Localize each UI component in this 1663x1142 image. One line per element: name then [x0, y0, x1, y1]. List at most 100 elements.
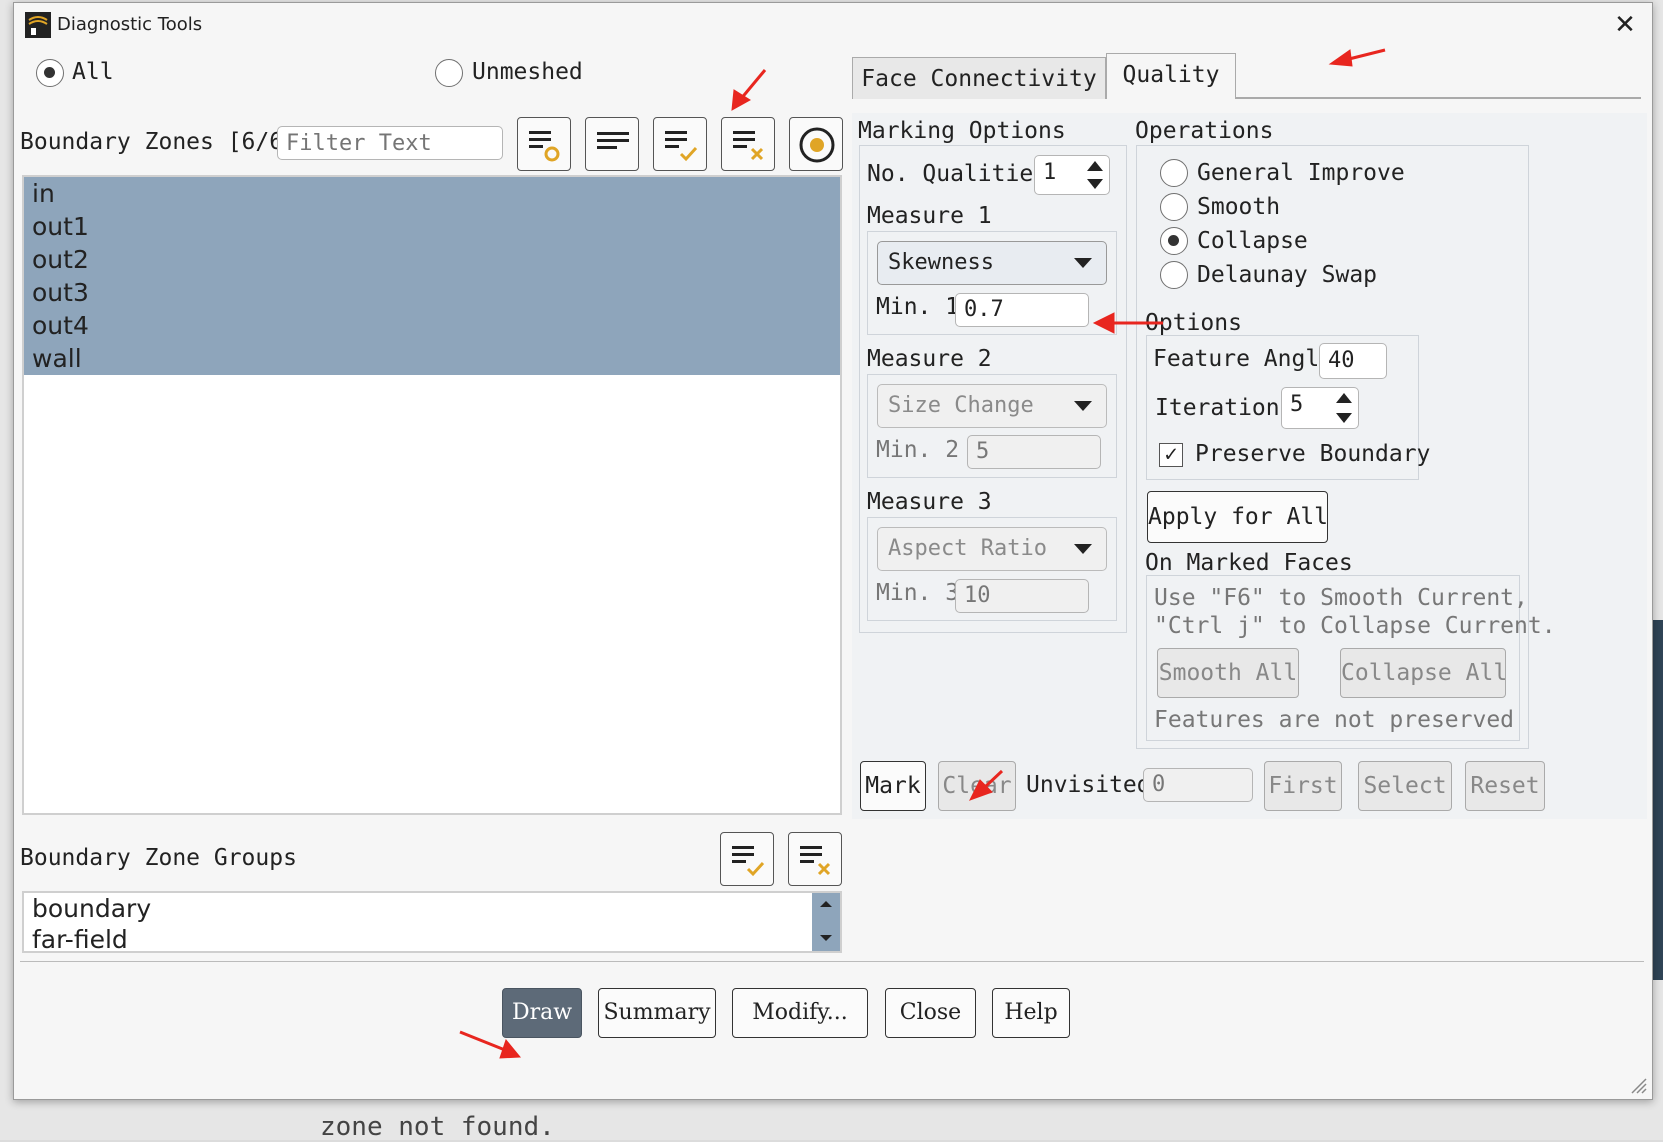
all-radio[interactable]	[36, 59, 64, 87]
boundary-zone-groups-list[interactable]: boundary far-field	[22, 891, 842, 953]
measure2-dropdown[interactable]: Size Change	[877, 384, 1107, 428]
options-title: Options	[1145, 310, 1242, 336]
app-logo-icon	[25, 12, 51, 38]
measure1-title: Measure 1	[867, 203, 992, 229]
measure1-dropdown[interactable]: Skewness	[877, 241, 1107, 285]
filter-text-input[interactable]	[277, 126, 503, 160]
scroll-down-icon[interactable]	[820, 935, 832, 941]
chevron-down-icon	[1074, 544, 1092, 554]
close-window-icon[interactable]: ✕	[1608, 9, 1642, 41]
list-clear-icon	[733, 131, 764, 161]
unvisited-label: Unvisited	[1026, 772, 1151, 798]
pick-zone-button[interactable]	[789, 117, 843, 171]
apply-for-all-button[interactable]: Apply for All	[1147, 491, 1328, 543]
measure3-title: Measure 3	[867, 489, 992, 515]
boundary-zone-row[interactable]: in	[24, 177, 840, 210]
spin-up-icon[interactable]	[1087, 161, 1103, 171]
iterations-spinbox[interactable]: 5	[1281, 387, 1359, 429]
select-button[interactable]: Select	[1358, 761, 1452, 811]
select-by-pattern-button[interactable]	[517, 117, 571, 171]
measure2-value: Size Change	[888, 393, 1034, 418]
min2-input[interactable]: 5	[967, 435, 1101, 469]
collapse-all-button[interactable]: Collapse All	[1340, 648, 1507, 698]
measure3-value: Aspect Ratio	[888, 536, 1047, 561]
clear-button[interactable]: Clear	[938, 761, 1016, 811]
help-button[interactable]: Help	[992, 988, 1070, 1038]
chevron-down-icon	[1074, 258, 1092, 268]
collapse-radio[interactable]	[1160, 227, 1188, 255]
list-check-icon	[732, 846, 765, 877]
unmeshed-radio[interactable]	[435, 59, 463, 87]
tab-quality[interactable]: Quality	[1106, 53, 1236, 99]
deselect-all-groups-button[interactable]	[788, 832, 842, 886]
min1-input[interactable]: 0.7	[955, 293, 1089, 327]
list-view-button[interactable]	[585, 117, 639, 171]
spin-down-icon[interactable]	[1087, 179, 1103, 189]
no-qualities-value: 1	[1043, 160, 1057, 185]
boundary-zones-list[interactable]: in out1 out2 out3 out4 wall	[22, 175, 842, 815]
boundary-zone-row[interactable]: out2	[24, 243, 840, 276]
spin-down-icon[interactable]	[1336, 413, 1352, 423]
tab-face-connectivity[interactable]: Face Connectivity	[852, 57, 1106, 99]
smooth-label: Smooth	[1197, 194, 1281, 220]
diagnostic-tools-dialog: Diagnostic Tools ✕ All Unmeshed Boundary…	[13, 2, 1653, 1100]
spin-up-icon[interactable]	[1336, 393, 1352, 403]
boundary-zone-row[interactable]: wall	[24, 342, 840, 375]
feature-angle-label: Feature Angle	[1153, 346, 1334, 372]
modify-button[interactable]: Modify...	[732, 988, 868, 1038]
iterations-label: Iterations	[1155, 395, 1294, 421]
mark-button[interactable]: Mark	[860, 761, 926, 811]
list-lines-icon	[597, 132, 629, 149]
measure2-title: Measure 2	[867, 346, 992, 372]
boundary-zone-group-row[interactable]: far-field	[24, 924, 840, 951]
unvisited-count: 0	[1143, 768, 1253, 802]
iterations-value: 5	[1290, 392, 1304, 417]
preserve-boundary-label: Preserve Boundary	[1195, 441, 1431, 467]
footer-divider	[20, 961, 1644, 962]
groups-scrollbar[interactable]	[812, 893, 840, 951]
min3-label: Min. 3	[876, 580, 960, 606]
select-all-zones-button[interactable]	[653, 117, 707, 171]
smooth-all-button[interactable]: Smooth All	[1157, 648, 1299, 698]
boundary-zones-label: Boundary Zones [6/6]	[20, 129, 297, 155]
no-qualities-label: No. Qualities	[867, 161, 1048, 187]
delaunay-swap-radio[interactable]	[1160, 261, 1188, 289]
resize-grip-icon[interactable]	[1628, 1075, 1648, 1095]
first-button[interactable]: First	[1264, 761, 1342, 811]
on-marked-faces-title: On Marked Faces	[1145, 550, 1353, 576]
min3-input[interactable]: 10	[955, 579, 1089, 613]
close-button[interactable]: Close	[885, 988, 976, 1038]
preserve-boundary-checkbox[interactable]: ✓	[1159, 443, 1183, 467]
marked-faces-hint-2: "Ctrl j" to Collapse Current.	[1154, 613, 1556, 639]
tab-baseline	[1236, 97, 1641, 99]
general-improve-radio[interactable]	[1160, 159, 1188, 187]
marking-options-title: Marking Options	[858, 118, 1066, 144]
boundary-zone-row[interactable]: out4	[24, 309, 840, 342]
collapse-label: Collapse	[1197, 228, 1308, 254]
reset-button[interactable]: Reset	[1465, 761, 1545, 811]
boundary-zone-row[interactable]: out3	[24, 276, 840, 309]
measure3-dropdown[interactable]: Aspect Ratio	[877, 527, 1107, 571]
boundary-zone-group-row[interactable]: boundary	[24, 893, 840, 924]
min2-label: Min. 2	[876, 437, 960, 463]
window-title: Diagnostic Tools	[57, 14, 203, 35]
marked-faces-hint-1: Use "F6" to Smooth Current,	[1154, 585, 1528, 611]
chevron-down-icon	[1074, 401, 1092, 411]
boundary-zone-row[interactable]: out1	[24, 210, 840, 243]
deselect-all-zones-button[interactable]	[721, 117, 775, 171]
delaunay-swap-label: Delaunay Swap	[1197, 262, 1378, 288]
summary-button[interactable]: Summary	[598, 988, 716, 1038]
features-not-preserved-note: Features are not preserved	[1154, 707, 1515, 733]
draw-button[interactable]: Draw	[502, 988, 582, 1038]
list-clear-icon	[800, 846, 831, 876]
operations-title: Operations	[1135, 118, 1274, 144]
list-search-icon	[529, 131, 560, 162]
smooth-radio[interactable]	[1160, 193, 1188, 221]
feature-angle-input[interactable]: 40	[1319, 343, 1387, 379]
select-all-groups-button[interactable]	[720, 832, 774, 886]
general-improve-label: General Improve	[1197, 160, 1405, 186]
measure1-value: Skewness	[888, 250, 994, 275]
list-check-icon	[665, 131, 698, 162]
scroll-up-icon[interactable]	[820, 901, 832, 907]
no-qualities-spinbox[interactable]: 1	[1034, 155, 1110, 195]
